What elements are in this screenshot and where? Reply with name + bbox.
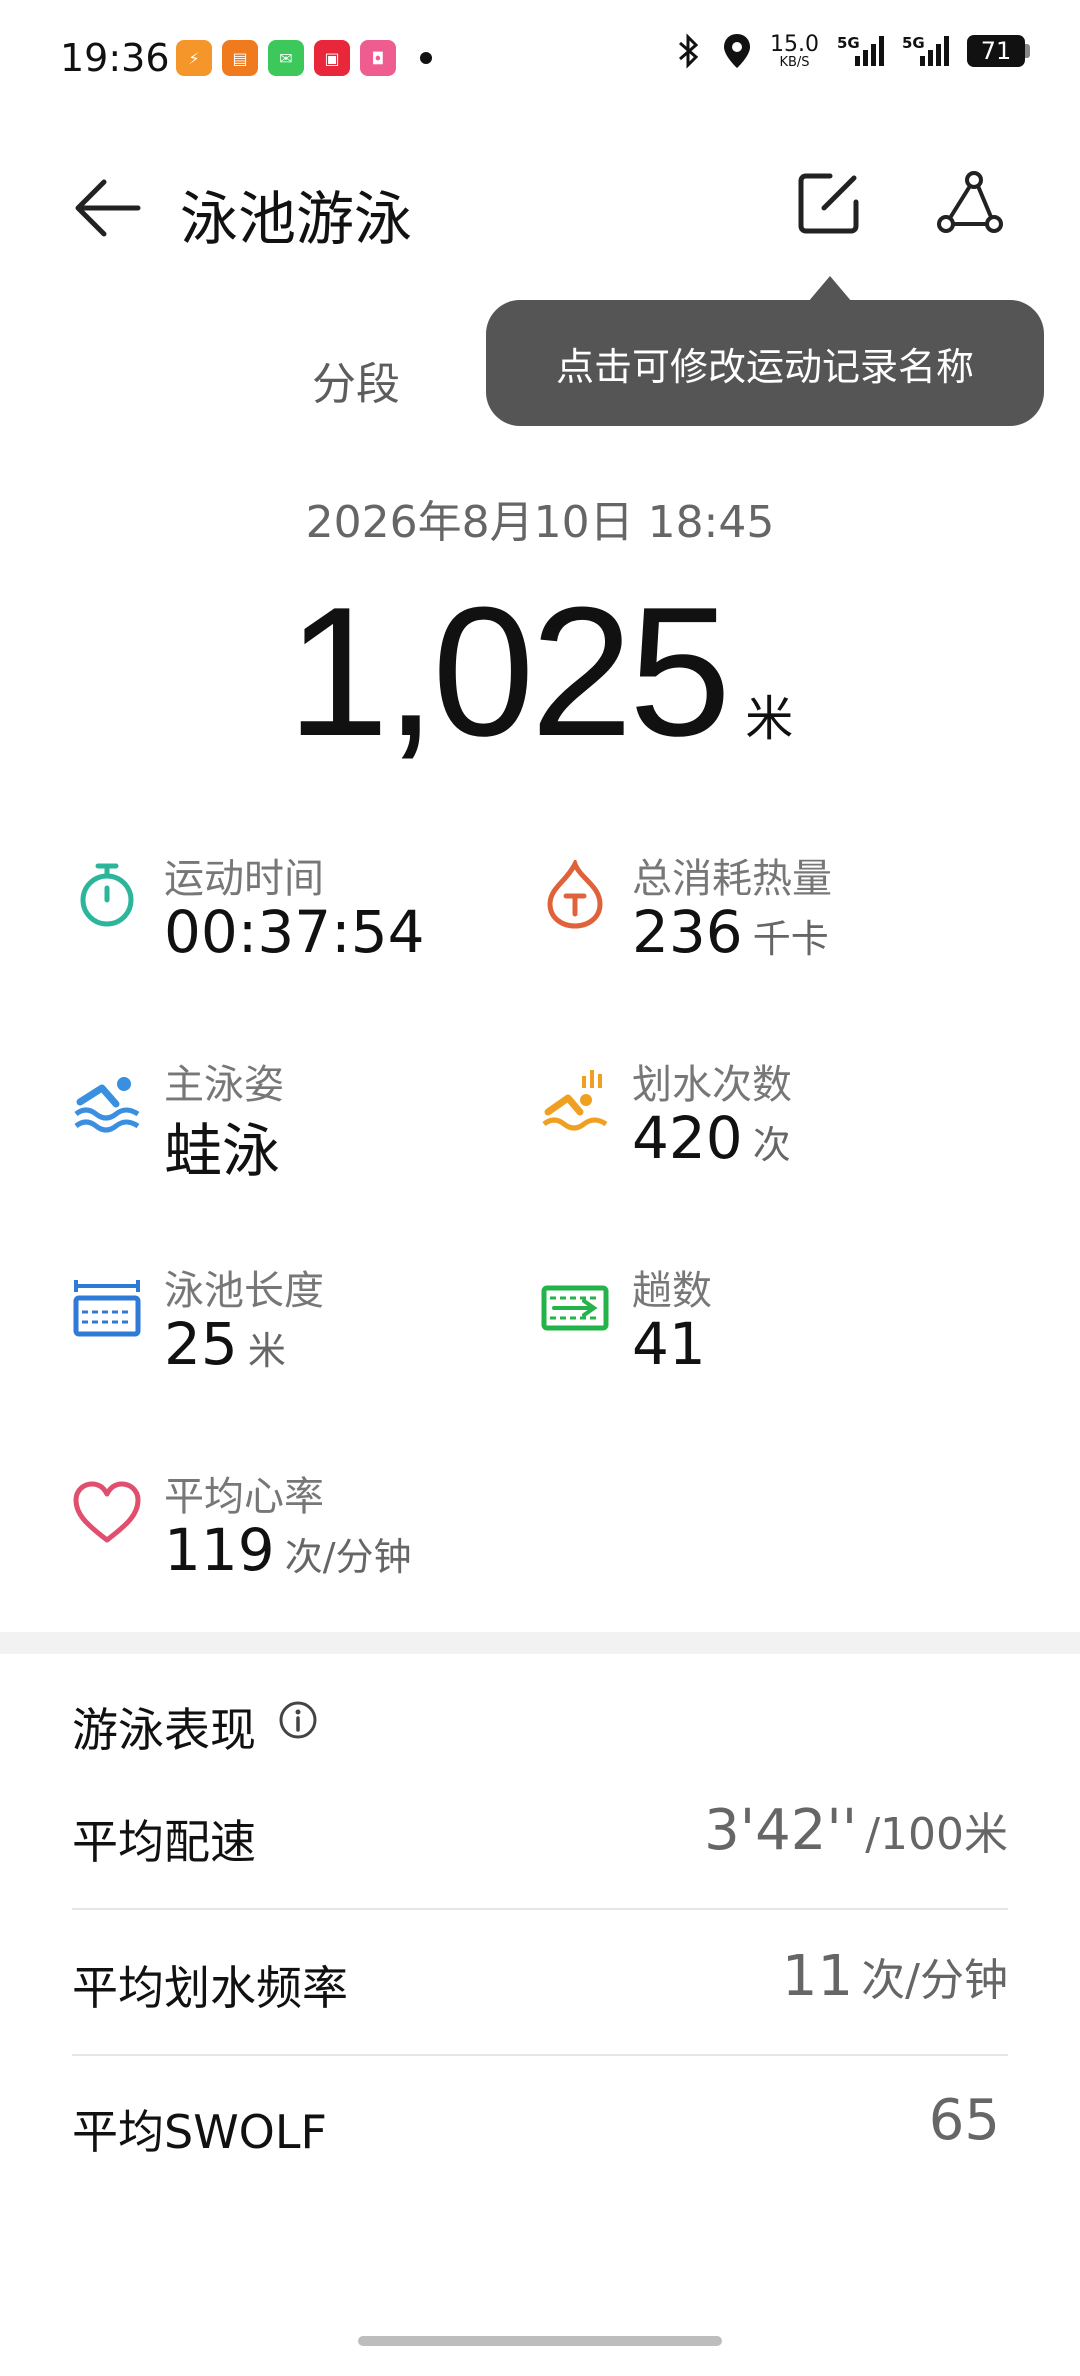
performance-title: 游泳表现 (72, 1703, 256, 1757)
battery-icon: 71 (967, 35, 1030, 67)
perf-row-stroke-rate: 平均划水频率 11 次/分钟 (72, 1910, 1008, 2056)
messages-app-icon: ✉ (268, 40, 304, 76)
shopping-app-icon: ◘ (360, 40, 396, 76)
pace-value-row: 3'42''/100米 (704, 1798, 1008, 1863)
pool-length-value: 25 (164, 1310, 238, 1378)
pool-length-label: 泳池长度 (164, 1268, 324, 1314)
notification-icons: ⚡ ▤ ✉ ▣ ◘ (176, 40, 432, 76)
heart-icon (73, 1481, 141, 1543)
stroke-count-value-row: 420 次 (632, 1104, 791, 1172)
calories-label: 总消耗热量 (632, 856, 832, 902)
stroke-rate-label: 平均划水频率 (72, 1961, 348, 2015)
heart-rate-label: 平均心率 (164, 1474, 324, 1520)
network-speed-unit: KB/S (779, 54, 810, 70)
laps-value: 41 (632, 1310, 706, 1378)
edit-icon[interactable] (794, 168, 864, 238)
location-icon (724, 34, 751, 68)
swolf-value-row: 65 (929, 2088, 1008, 2153)
swim-stroke-count-icon (542, 1070, 608, 1131)
network-speed: 15.0 KB/S (770, 31, 819, 70)
calories-unit: 千卡 (752, 917, 829, 961)
tab-segment[interactable]: 分段 (312, 348, 400, 412)
tooltip-arrow (808, 276, 852, 302)
app-notification-icon: ⚡ (176, 40, 212, 76)
stroke-type-value: 蛙泳 (164, 1117, 281, 1185)
heart-rate-value: 119 (164, 1516, 275, 1584)
back-arrow-icon[interactable] (72, 172, 144, 244)
payment-app-icon: ▣ (314, 40, 350, 76)
perf-row-pace: 平均配速 3'42''/100米 (72, 1764, 1008, 1910)
swimmer-icon (74, 1077, 140, 1133)
calorie-flame-icon (547, 860, 603, 929)
rename-tooltip[interactable]: 点击可修改运动记录名称 (486, 300, 1044, 426)
battery-level: 71 (967, 35, 1025, 67)
heart-rate-value-row: 119 次/分钟 (164, 1516, 412, 1584)
heart-rate-unit: 次/分钟 (284, 1535, 412, 1579)
pace-unit: /100米 (865, 1809, 1008, 1860)
more-notifications-dot (420, 52, 432, 64)
info-icon[interactable] (278, 1700, 318, 1740)
home-indicator[interactable] (358, 2336, 722, 2346)
stroke-count-unit: 次 (752, 1123, 791, 1167)
stroke-type-label: 主泳姿 (164, 1062, 284, 1108)
pool-length-icon (73, 1280, 141, 1337)
distance-value: 1,025 (286, 568, 731, 774)
perf-row-swolf: 平均SWOLF 65 (72, 2054, 1008, 2198)
status-time: 19:36 (60, 36, 170, 80)
laps-label: 趟数 (632, 1268, 712, 1314)
pace-value: 3'42'' (704, 1798, 858, 1863)
stroke-rate-unit: 次/分钟 (861, 1955, 1008, 2006)
stopwatch-icon (80, 863, 134, 927)
route-share-icon[interactable] (934, 168, 1004, 238)
calories-value-row: 236 千卡 (632, 898, 829, 966)
status-indicators: 15.0 KB/S 5G 5G 71 (674, 32, 1030, 70)
record-date: 2026年8月10日 18:45 (305, 497, 775, 548)
bluetooth-icon (679, 33, 699, 69)
duration-label: 运动时间 (164, 856, 324, 902)
signal-strength-1-icon: 5G (837, 34, 884, 66)
stroke-rate-value: 11 (781, 1944, 854, 2009)
pool-length-value-row: 25 米 (164, 1310, 286, 1378)
laps-icon (541, 1285, 609, 1331)
section-divider (0, 1632, 1080, 1654)
calories-value: 236 (632, 898, 743, 966)
pool-length-unit: 米 (247, 1329, 286, 1373)
network-speed-value: 15.0 (770, 31, 819, 57)
stroke-count-value: 420 (632, 1104, 743, 1172)
signal-2-label: 5G (902, 34, 925, 52)
swolf-label: 平均SWOLF (72, 2105, 327, 2159)
pace-label: 平均配速 (72, 1815, 256, 1869)
swolf-value: 65 (928, 2088, 1000, 2153)
duration-value: 00:37:54 (164, 898, 425, 966)
distance-total: 1,025 米 (0, 565, 1080, 777)
distance-unit: 米 (745, 691, 794, 747)
stroke-rate-value-row: 11 次/分钟 (782, 1944, 1008, 2009)
reader-app-icon: ▤ (222, 40, 258, 76)
signal-strength-2-icon: 5G (902, 34, 949, 66)
stroke-count-label: 划水次数 (632, 1062, 792, 1108)
page-title: 泳池游泳 (180, 185, 413, 253)
signal-1-label: 5G (837, 34, 860, 52)
